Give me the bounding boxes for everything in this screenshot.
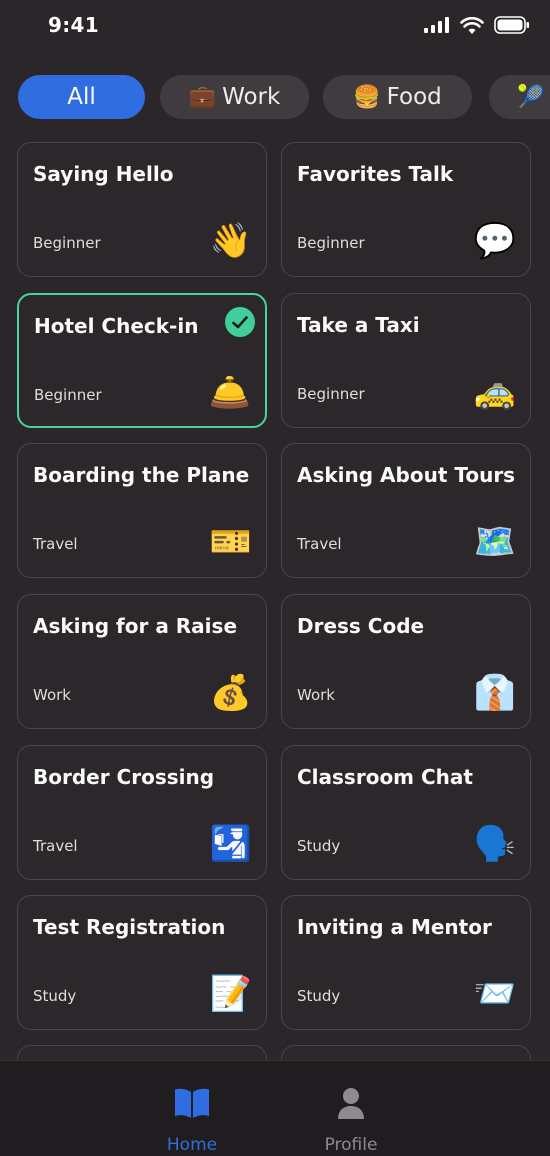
lesson-level: Travel xyxy=(33,535,78,553)
world-map-icon: 🗺️ xyxy=(473,522,516,562)
lesson-level: Beginner xyxy=(34,386,102,404)
lesson-level: Travel xyxy=(33,837,78,855)
lesson-title: Boarding the Plane xyxy=(33,463,250,487)
lesson-level: Study xyxy=(33,987,77,1005)
necktie-icon: 👔 xyxy=(473,673,516,713)
lesson-card-dress-code[interactable]: Dress Code Work 👔 xyxy=(281,594,531,729)
bellhop-bell-icon: 🛎️ xyxy=(208,373,251,413)
speaking-head-icon: 🗣️ xyxy=(473,824,516,864)
lesson-card-partial[interactable] xyxy=(17,1045,267,1060)
lesson-level: Work xyxy=(33,686,71,704)
lesson-card-border-crossing[interactable]: Border Crossing Travel 🛂 xyxy=(17,745,267,880)
tab-label: Home xyxy=(166,1135,218,1155)
lesson-card-asking-for-a-raise[interactable]: Asking for a Raise Work 💰 xyxy=(17,594,267,729)
ticket-icon: 🎫 xyxy=(209,522,252,562)
person-icon xyxy=(338,1088,364,1119)
lesson-level: Beginner xyxy=(297,385,365,403)
lesson-title: Saying Hello xyxy=(33,162,174,186)
lesson-card-hotel-check-in[interactable]: Hotel Check-in Beginner 🛎️ xyxy=(17,293,267,428)
lesson-level: Study xyxy=(297,837,341,855)
waving-hand-icon: 👋 xyxy=(209,221,252,261)
lesson-title: Take a Taxi xyxy=(297,313,420,337)
speech-bubble-icon: 💬 xyxy=(473,221,516,261)
lesson-level: Beginner xyxy=(33,234,101,252)
lesson-title: Asking for a Raise xyxy=(33,614,238,638)
lesson-card-take-a-taxi[interactable]: Take a Taxi Beginner 🚕 xyxy=(281,293,531,428)
lesson-title: Test Registration xyxy=(33,915,226,939)
lesson-grid: Saying Hello Beginner 👋 Favorites Talk B… xyxy=(0,0,550,1060)
lesson-card-classroom-chat[interactable]: Classroom Chat Study 🗣️ xyxy=(281,745,531,880)
lesson-title: Hotel Check-in xyxy=(34,314,199,338)
lesson-card-boarding-the-plane[interactable]: Boarding the Plane Travel 🎫 xyxy=(17,443,267,578)
lesson-level: Beginner xyxy=(297,234,365,252)
lesson-level: Work xyxy=(297,686,335,704)
passport-control-icon: 🛂 xyxy=(209,824,252,864)
lesson-title: Inviting a Mentor xyxy=(297,915,492,939)
lesson-title: Classroom Chat xyxy=(297,765,473,789)
lesson-title: Favorites Talk xyxy=(297,162,454,186)
lesson-title: Dress Code xyxy=(297,614,425,638)
money-bag-icon: 💰 xyxy=(209,673,252,713)
lesson-title: Asking About Tours xyxy=(297,463,516,487)
lesson-level: Study xyxy=(297,987,341,1005)
tab-label: Profile xyxy=(324,1135,378,1155)
tab-profile[interactable]: Profile xyxy=(291,1061,411,1156)
lesson-card-partial[interactable] xyxy=(281,1045,531,1060)
book-icon xyxy=(175,1088,209,1118)
incoming-envelope-icon: 📨 xyxy=(473,974,516,1014)
taxi-icon: 🚕 xyxy=(473,372,516,412)
lesson-card-asking-about-tours[interactable]: Asking About Tours Travel 🗺️ xyxy=(281,443,531,578)
lesson-title: Border Crossing xyxy=(33,765,215,789)
lesson-level: Travel xyxy=(297,535,342,553)
memo-icon: 📝 xyxy=(209,974,252,1014)
lesson-card-test-registration[interactable]: Test Registration Study 📝 xyxy=(17,895,267,1030)
lesson-card-saying-hello[interactable]: Saying Hello Beginner 👋 xyxy=(17,142,267,277)
checkmark-icon xyxy=(225,307,255,337)
bottom-tab-bar: Home Profile xyxy=(0,1060,550,1156)
lesson-card-favorites-talk[interactable]: Favorites Talk Beginner 💬 xyxy=(281,142,531,277)
lesson-card-inviting-a-mentor[interactable]: Inviting a Mentor Study 📨 xyxy=(281,895,531,1030)
tab-home[interactable]: Home xyxy=(132,1061,252,1156)
